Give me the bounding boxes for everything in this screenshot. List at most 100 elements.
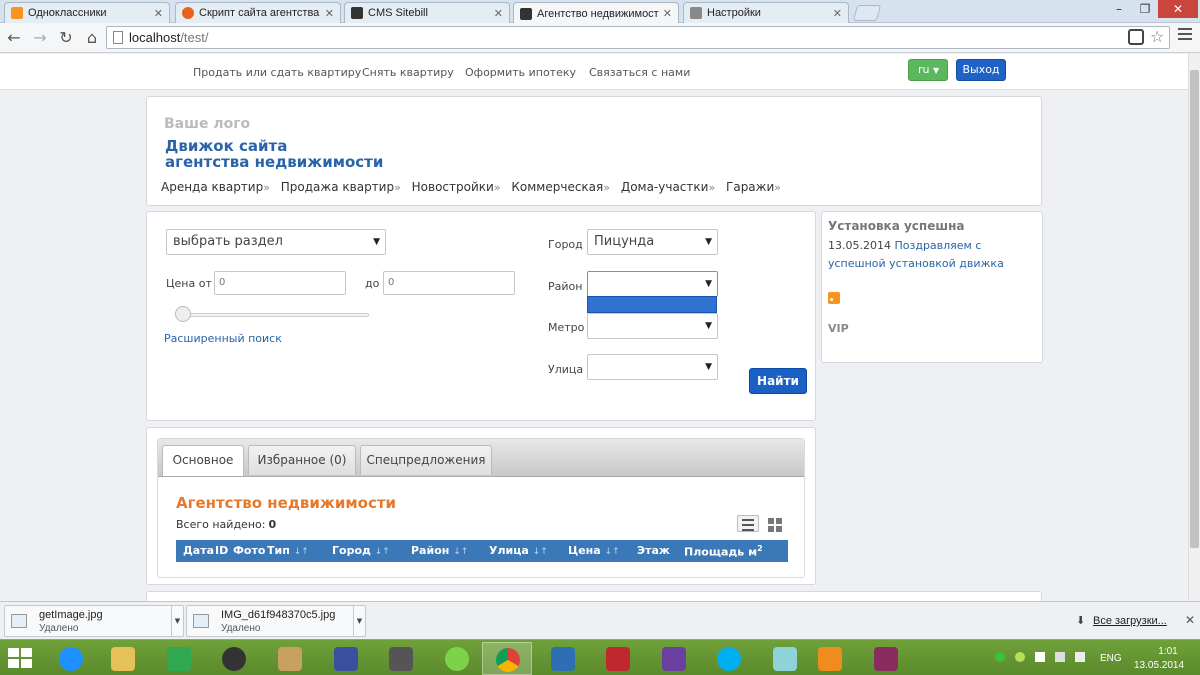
browser-tab-settings[interactable]: Настройки ✕	[683, 2, 849, 23]
new-tab-button[interactable]	[852, 5, 882, 21]
security-tray-icon[interactable]	[995, 652, 1005, 662]
news-title[interactable]: Установка успешна	[828, 219, 964, 233]
download-menu-arrow-icon[interactable]: ▼	[353, 606, 365, 636]
logout-button[interactable]: Выход	[956, 59, 1006, 81]
city-select[interactable]: Пицунда ▼	[587, 229, 718, 255]
find-button[interactable]: Найти	[749, 368, 807, 394]
scrollbar-thumb[interactable]	[1190, 70, 1199, 548]
control-panel-icon[interactable]	[538, 642, 588, 675]
icq-icon[interactable]	[432, 642, 482, 675]
advanced-search-link[interactable]: Расширенный поиск	[164, 332, 282, 345]
clock-time[interactable]: 1:01	[1148, 646, 1188, 657]
nav-link-mortgage[interactable]: Оформить ипотеку	[465, 66, 576, 79]
price-slider-handle[interactable]	[175, 306, 191, 322]
site-title[interactable]: Движок сайта агентства недвижимости	[165, 138, 383, 170]
sort-arrows-icon[interactable]: ↓↑	[453, 547, 468, 557]
section-select[interactable]: выбрать раздел ▼	[166, 229, 386, 255]
price-slider-track[interactable]	[179, 313, 369, 317]
video-player-icon[interactable]	[805, 642, 855, 675]
input-language[interactable]: ENG	[1100, 653, 1122, 664]
volume-icon[interactable]	[1075, 652, 1085, 662]
nav-link-sell-rent[interactable]: Продать или сдать квартиру	[193, 66, 361, 79]
maximize-window-icon[interactable]: ❐	[1132, 0, 1158, 18]
district-dropdown-option[interactable]	[587, 296, 717, 313]
menu-item-new-buildings[interactable]: Новостройки»	[412, 180, 501, 194]
forward-arrow-icon[interactable]: →	[30, 29, 50, 47]
all-downloads-link[interactable]: Все загрузки...	[1093, 615, 1167, 627]
flag-tray-icon[interactable]	[1055, 652, 1065, 662]
reload-icon[interactable]: ↻	[56, 29, 76, 47]
download-item[interactable]: IMG_d61f948370c5.jpg Удалено ▼	[186, 605, 366, 637]
close-window-icon[interactable]: ✕	[1158, 0, 1198, 18]
price-from-input[interactable]: 0	[214, 271, 346, 295]
tab-favorites[interactable]: Избранное (0)	[248, 445, 356, 475]
column-street[interactable]: Улица ↓↑	[489, 544, 548, 557]
browser-tab-odnoklassniki[interactable]: Одноклассники ✕	[4, 2, 170, 23]
rss-icon[interactable]	[828, 292, 840, 304]
browser-tab-cms-sitebill[interactable]: CMS Sitebill ✕	[344, 2, 510, 23]
visual-studio-icon[interactable]	[649, 642, 699, 675]
internet-explorer-icon[interactable]	[46, 642, 96, 675]
sort-arrows-icon[interactable]: ↓↑	[533, 547, 548, 557]
game-app-icon[interactable]	[376, 642, 426, 675]
minimize-window-icon[interactable]: –	[1106, 0, 1132, 18]
column-date[interactable]: Дата	[183, 544, 214, 557]
floppy-save-icon[interactable]	[321, 642, 371, 675]
file-explorer-icon[interactable]	[98, 642, 148, 675]
close-tab-icon[interactable]: ✕	[663, 7, 672, 20]
chrome-menu-icon[interactable]	[1178, 28, 1192, 43]
network-signal-icon[interactable]	[1035, 652, 1045, 662]
skype-icon[interactable]	[704, 642, 754, 675]
close-tab-icon[interactable]: ✕	[494, 7, 503, 20]
column-price[interactable]: Цена ↓↑	[568, 544, 620, 557]
menu-item-sale[interactable]: Продажа квартир»	[281, 180, 401, 194]
tab-special-offers[interactable]: Спецпредложения	[360, 445, 492, 475]
bookmark-star-icon[interactable]: ☆	[1150, 27, 1164, 46]
browser-tab-agency[interactable]: Агентство недвижимост ✕	[513, 2, 679, 24]
power-app-icon[interactable]	[593, 642, 643, 675]
home-icon[interactable]: ⌂	[82, 29, 102, 47]
tab-main[interactable]: Основное	[162, 445, 244, 476]
icq-tray-icon[interactable]	[1015, 652, 1025, 662]
price-to-input[interactable]: 0	[383, 271, 515, 295]
sort-arrows-icon[interactable]: ↓↑	[375, 547, 390, 557]
grid-view-icon[interactable]	[768, 516, 784, 532]
media-app-icon[interactable]	[265, 642, 315, 675]
district-select[interactable]: ▼	[587, 271, 718, 297]
browser-tab-script[interactable]: Скрипт сайта агентства н ✕	[175, 2, 341, 23]
chrome-icon[interactable]	[482, 642, 532, 675]
sort-arrows-icon[interactable]: ↓↑	[294, 547, 309, 557]
close-shelf-icon[interactable]: ✕	[1185, 613, 1195, 627]
menu-item-rent[interactable]: Аренда квартир»	[161, 180, 270, 194]
winrar-icon[interactable]	[861, 642, 911, 675]
back-arrow-icon[interactable]: ←	[4, 29, 24, 47]
close-tab-icon[interactable]: ✕	[325, 7, 334, 20]
store-icon[interactable]	[154, 642, 204, 675]
extension-icon[interactable]	[1128, 29, 1144, 45]
windows-start-icon[interactable]	[8, 648, 32, 668]
nav-link-rent-apartment[interactable]: Снять квартиру	[362, 66, 454, 79]
metro-select[interactable]: ▼	[587, 313, 718, 339]
column-area[interactable]: Площадь м2	[684, 544, 763, 559]
speaker-app-icon[interactable]	[209, 642, 259, 675]
download-item[interactable]: getImage.jpg Удалено ▼	[4, 605, 184, 637]
menu-item-commercial[interactable]: Коммерческая»	[511, 180, 610, 194]
close-tab-icon[interactable]: ✕	[154, 7, 163, 20]
list-view-icon[interactable]	[737, 515, 759, 532]
menu-item-garages[interactable]: Гаражи»	[726, 180, 781, 194]
menu-item-houses[interactable]: Дома-участки»	[621, 180, 715, 194]
column-type[interactable]: Тип ↓↑	[267, 544, 309, 557]
address-bar[interactable]: localhost/test/	[106, 26, 1170, 49]
column-city[interactable]: Город ↓↑	[332, 544, 390, 557]
nav-link-contact[interactable]: Связаться с нами	[589, 66, 690, 79]
column-district[interactable]: Район ↓↑	[411, 544, 468, 557]
language-dropdown[interactable]: ru ▼	[908, 59, 948, 81]
sort-arrows-icon[interactable]: ↓↑	[605, 547, 620, 557]
column-id[interactable]: ID	[215, 544, 228, 557]
logo-placeholder[interactable]: Ваше лого	[164, 116, 250, 132]
notes-app-icon[interactable]	[760, 642, 810, 675]
close-tab-icon[interactable]: ✕	[833, 7, 842, 20]
download-menu-arrow-icon[interactable]: ▼	[171, 606, 183, 636]
clock-date[interactable]: 13.05.2014	[1134, 660, 1184, 671]
column-floor[interactable]: Этаж	[637, 544, 670, 557]
